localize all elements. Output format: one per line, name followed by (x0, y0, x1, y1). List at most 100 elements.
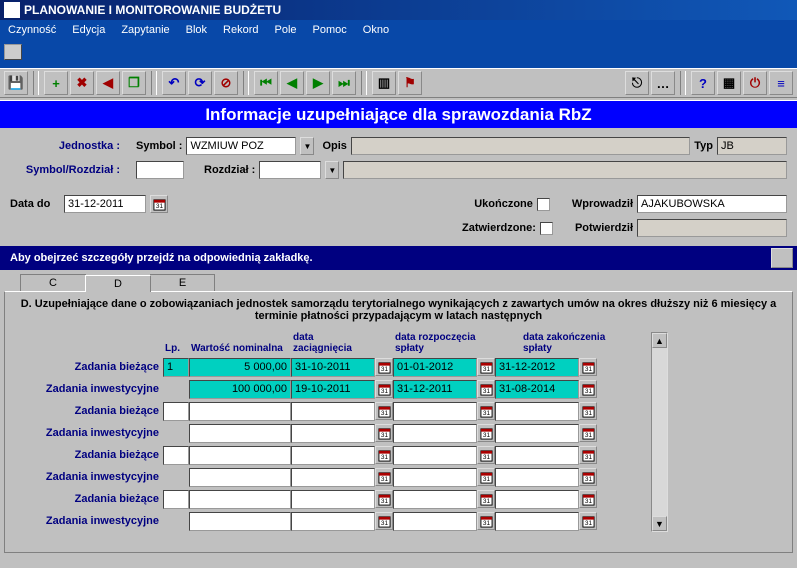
data-zac-cell[interactable] (291, 424, 375, 443)
calendar-icon[interactable]: 31 (375, 468, 393, 486)
calendar-icon[interactable]: 31 (579, 424, 597, 442)
data-zak-cell[interactable] (495, 468, 579, 487)
wartosc-cell[interactable] (189, 512, 291, 531)
calendar-icon[interactable]: 31 (375, 490, 393, 508)
tab-c[interactable]: C (20, 274, 86, 291)
calendar-icon[interactable]: 31 (579, 490, 597, 508)
lp-cell[interactable]: 1 (163, 358, 189, 377)
refresh-icon[interactable]: ⟳ (188, 71, 212, 95)
calendar-icon[interactable]: 31 (375, 446, 393, 464)
clear-icon[interactable]: ◀ (96, 71, 120, 95)
ukonczone-checkbox[interactable] (537, 198, 550, 211)
menu-blok[interactable]: Blok (180, 22, 213, 38)
data-zac-cell[interactable] (291, 490, 375, 509)
data-zac-cell[interactable] (291, 446, 375, 465)
menu-pomoc[interactable]: Pomoc (307, 22, 353, 38)
data-zac-cell[interactable]: 31-10-2011 (291, 358, 375, 377)
more-icon[interactable]: … (651, 71, 675, 95)
data-do-field[interactable]: 31-12-2011 (64, 195, 146, 213)
data-roz-cell[interactable] (393, 512, 477, 531)
data-do-calendar-icon[interactable]: 31 (150, 195, 168, 213)
stop-icon[interactable]: ⊘ (214, 71, 238, 95)
last-record-icon[interactable]: ⏭ (332, 71, 356, 95)
calendar-icon[interactable]: 31 (375, 512, 393, 530)
first-record-icon[interactable]: ⏮ (254, 71, 278, 95)
calendar-icon[interactable]: 31 (375, 358, 393, 376)
calendar-icon[interactable]: 31 (375, 402, 393, 420)
calendar-icon[interactable]: 31 (477, 468, 495, 486)
calendar-icon[interactable]: 31 (477, 402, 495, 420)
calendar-icon[interactable]: 31 (579, 512, 597, 530)
data-roz-cell[interactable]: 31-12-2011 (393, 380, 477, 399)
symbol-field[interactable]: WZMIUW POZ (186, 137, 296, 155)
calendar-icon[interactable]: 31 (477, 358, 495, 376)
calendar-icon[interactable]: 31 (375, 424, 393, 442)
wartosc-cell[interactable] (189, 424, 291, 443)
form-icon[interactable]: ▥ (372, 71, 396, 95)
data-zak-cell[interactable] (495, 424, 579, 443)
symbolrozdzial-field[interactable] (136, 161, 184, 179)
data-zak-cell[interactable]: 31-08-2014 (495, 380, 579, 399)
wartosc-cell[interactable]: 5 000,00 (189, 358, 291, 377)
calendar-icon[interactable]: 31 (579, 402, 597, 420)
data-roz-cell[interactable] (393, 424, 477, 443)
wartosc-cell[interactable] (189, 446, 291, 465)
calendar-icon[interactable]: 31 (375, 380, 393, 398)
next-record-icon[interactable]: ▶ (306, 71, 330, 95)
data-zac-cell[interactable]: 19-10-2011 (291, 380, 375, 399)
menu-edycja[interactable]: Edycja (66, 22, 111, 38)
lp-cell[interactable] (163, 402, 189, 421)
info-band-button[interactable] (771, 248, 793, 268)
calendar-icon[interactable]: 31 (579, 446, 597, 464)
wartosc-cell[interactable]: 100 000,00 (189, 380, 291, 399)
calendar-icon[interactable]: 31 (477, 446, 495, 464)
tab-d[interactable]: D (85, 275, 151, 292)
data-zak-cell[interactable] (495, 402, 579, 421)
rozdzial-field[interactable] (259, 161, 321, 179)
calendar-icon[interactable]: 31 (477, 424, 495, 442)
options-icon[interactable]: ≡ (769, 71, 793, 95)
calendar-icon[interactable]: 31 (579, 468, 597, 486)
menu-czynnosc[interactable]: Czynność (2, 22, 62, 38)
data-zac-cell[interactable] (291, 468, 375, 487)
menu-okno[interactable]: Okno (357, 22, 395, 38)
calendar-icon[interactable]: 31 (477, 512, 495, 530)
wartosc-cell[interactable] (189, 468, 291, 487)
rozdzial-dropdown-icon[interactable] (325, 161, 339, 179)
symbol-dropdown-icon[interactable] (300, 137, 314, 155)
add-icon[interactable]: + (44, 71, 68, 95)
data-zak-cell[interactable] (495, 512, 579, 531)
data-roz-cell[interactable] (393, 468, 477, 487)
data-roz-cell[interactable]: 01-01-2012 (393, 358, 477, 377)
data-roz-cell[interactable] (393, 490, 477, 509)
close-icon[interactable]: ⏻ (743, 71, 767, 95)
data-zak-cell[interactable] (495, 490, 579, 509)
copy-icon[interactable]: ❐ (122, 71, 146, 95)
wartosc-cell[interactable] (189, 490, 291, 509)
data-zac-cell[interactable] (291, 512, 375, 531)
wartosc-cell[interactable] (189, 402, 291, 421)
calendar-icon[interactable]: 31 (477, 380, 495, 398)
lp-cell[interactable] (163, 490, 189, 509)
undo-icon[interactable]: ↶ (162, 71, 186, 95)
calendar-icon[interactable]: 31 (477, 490, 495, 508)
tab-e[interactable]: E (150, 274, 215, 291)
save-icon[interactable]: 💾 (4, 71, 28, 95)
calendar-icon[interactable]: 31 (579, 380, 597, 398)
help-icon[interactable]: ? (691, 71, 715, 95)
data-roz-cell[interactable] (393, 402, 477, 421)
scroll-up-icon[interactable]: ▲ (652, 333, 667, 348)
flag-icon[interactable]: ⚑ (398, 71, 422, 95)
data-zac-cell[interactable] (291, 402, 375, 421)
menu-rekord[interactable]: Rekord (217, 22, 264, 38)
menu-zapytanie[interactable]: Zapytanie (115, 22, 175, 38)
exit-icon[interactable]: ⎋ (625, 71, 649, 95)
menu-pole[interactable]: Pole (269, 22, 303, 38)
lp-cell[interactable] (163, 446, 189, 465)
data-roz-cell[interactable] (393, 446, 477, 465)
grid-scrollbar[interactable]: ▲ ▼ (651, 332, 668, 532)
delete-icon[interactable]: ✖ (70, 71, 94, 95)
grid-icon[interactable]: ▦ (717, 71, 741, 95)
scroll-down-icon[interactable]: ▼ (652, 516, 667, 531)
calendar-icon[interactable]: 31 (579, 358, 597, 376)
